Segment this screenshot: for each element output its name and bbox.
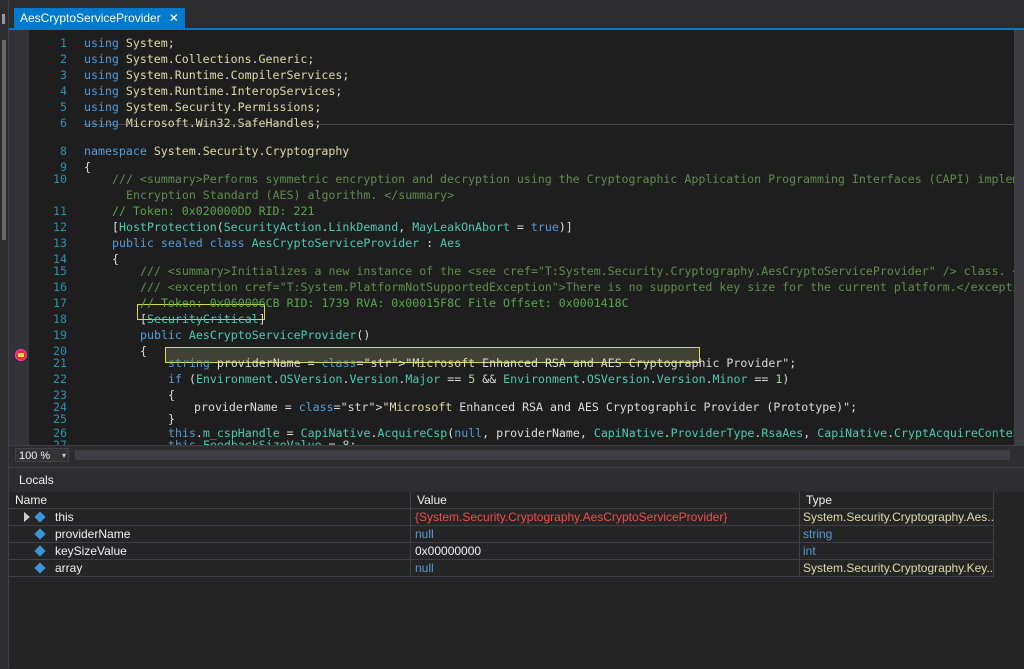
table-row[interactable]: providerName null string <box>9 526 994 543</box>
code-text: using System.Runtime.CompilerServices; <box>84 68 350 82</box>
line-number: 17 <box>53 296 67 310</box>
table-row[interactable]: array null System.Security.Cryptography.… <box>9 560 994 577</box>
line-number: 6 <box>60 116 67 130</box>
breakpoint-margin[interactable] <box>9 30 29 445</box>
code-text: public AesCryptoServiceProvider() <box>140 328 371 342</box>
line-number: 4 <box>60 84 67 98</box>
value-cell[interactable]: 0x00000000 <box>411 543 800 560</box>
code-text: { <box>168 388 175 402</box>
tab-title: AesCryptoServiceProvider <box>20 11 161 25</box>
name-cell[interactable]: array <box>9 560 411 577</box>
line-number: 19 <box>53 328 67 342</box>
line-number: 13 <box>53 236 67 250</box>
expand-arrow-icon[interactable] <box>24 512 30 522</box>
line-number: 1 <box>60 36 67 50</box>
name-cell[interactable]: this <box>9 509 411 526</box>
chevron-down-icon: ▾ <box>61 451 66 460</box>
code-text: using System.Runtime.InteropServices; <box>84 84 343 98</box>
tab-aescryptoserviceprovider[interactable]: AesCryptoServiceProvider ✕ <box>14 8 185 28</box>
execution-pointer-icon[interactable] <box>16 350 26 360</box>
code-text: Encryption Standard (AES) algorithm. </s… <box>126 188 455 202</box>
document-tab-bar: AesCryptoServiceProvider ✕ <box>9 0 1024 30</box>
field-icon <box>34 562 46 574</box>
line-number: 27 <box>53 438 67 445</box>
line-number: 11 <box>53 204 67 218</box>
locals-title: Locals <box>9 468 1024 492</box>
code-text: this.FeedbackSizeValue = 8; <box>168 438 357 445</box>
table-row[interactable]: keySizeValue 0x00000000 int <box>9 543 994 560</box>
field-icon <box>34 545 46 557</box>
editor-bottom-bar: 100 % ▾ <box>9 445 1024 464</box>
variable-name: array <box>55 561 83 575</box>
name-cell[interactable]: providerName <box>9 526 411 543</box>
field-icon <box>34 511 46 523</box>
zoom-dropdown[interactable]: 100 % ▾ <box>15 448 69 462</box>
code-text: if (Environment.OSVersion.Version.Major … <box>168 372 790 386</box>
code-text: { <box>112 252 119 266</box>
code-text: using System; <box>84 36 175 50</box>
code-text: /// <exception cref="T:System.PlatformNo… <box>140 280 1024 294</box>
variable-name: this <box>55 510 74 524</box>
left-tool-strip <box>0 0 9 668</box>
zoom-value: 100 % <box>19 450 51 462</box>
code-text: /// <summary>Initializes a new instance … <box>140 264 1024 278</box>
variable-name: providerName <box>55 527 131 541</box>
line-number: 8 <box>60 144 67 158</box>
value-cell[interactable]: {System.Security.Cryptography.AesCryptoS… <box>411 509 800 526</box>
code-text: namespace System.Security.Cryptography <box>84 144 350 158</box>
type-cell: string <box>800 526 994 543</box>
line-number: 12 <box>53 220 67 234</box>
value-cell[interactable]: null <box>411 560 800 577</box>
line-number: 21 <box>53 356 67 370</box>
type-cell: int <box>800 543 994 560</box>
line-number: 2 <box>60 52 67 66</box>
code-text: { <box>140 344 147 358</box>
editor-horizontal-scrollbar[interactable] <box>75 450 1010 460</box>
column-header-type[interactable]: Type <box>800 492 994 509</box>
line-number: 5 <box>60 100 67 114</box>
code-editor[interactable]: 1 using System; 2 using System.Collections.… <box>9 30 1024 445</box>
line-number: 22 <box>53 372 67 386</box>
type-cell: System.Security.Cryptography.Key... <box>800 560 994 577</box>
name-cell[interactable]: keySizeValue <box>9 543 411 560</box>
code-text: using System.Collections.Generic; <box>84 52 315 66</box>
code-text: string providerName = class="str">"Micro… <box>168 356 797 370</box>
code-text: // Token: 0x020000DD RID: 221 <box>112 204 315 218</box>
code-text: [HostProtection(SecurityAction.LinkDeman… <box>112 220 573 234</box>
left-scrollbar[interactable] <box>2 40 6 240</box>
code-text: // Token: 0x060006CB RID: 1739 RVA: 0x00… <box>140 296 629 310</box>
column-header-name[interactable]: Name <box>9 492 411 509</box>
code-text: public sealed class AesCryptoServiceProv… <box>112 236 462 250</box>
close-icon[interactable]: ✕ <box>169 8 179 28</box>
code-text: /// <summary>Performs symmetric encrypti… <box>112 172 1024 186</box>
column-header-value[interactable]: Value <box>411 492 800 509</box>
field-icon <box>34 528 46 540</box>
code-text: providerName = class="str">"Microsoft En… <box>194 400 858 414</box>
type-cell: System.Security.Cryptography.Aes... <box>800 509 994 526</box>
locals-window: Locals Name Value Type this {System.Secu… <box>9 467 1024 669</box>
table-row[interactable]: this {System.Security.Cryptography.AesCr… <box>9 509 994 526</box>
line-number: 10 <box>53 172 67 186</box>
code-text: using Microsoft.Win32.SafeHandles; <box>84 116 322 130</box>
line-number: 16 <box>53 280 67 294</box>
code-text: { <box>84 160 91 174</box>
line-number: 3 <box>60 68 67 82</box>
line-number: 18 <box>53 312 67 326</box>
editor-vertical-scrollbar[interactable] <box>1014 30 1024 445</box>
line-number: 15 <box>53 264 67 278</box>
toolbox-marker[interactable] <box>2 14 5 24</box>
value-cell[interactable]: null <box>411 526 800 543</box>
code-text: using System.Security.Permissions; <box>84 100 322 114</box>
code-text: [SecurityCritical] <box>140 312 266 326</box>
variable-name: keySizeValue <box>55 544 127 558</box>
